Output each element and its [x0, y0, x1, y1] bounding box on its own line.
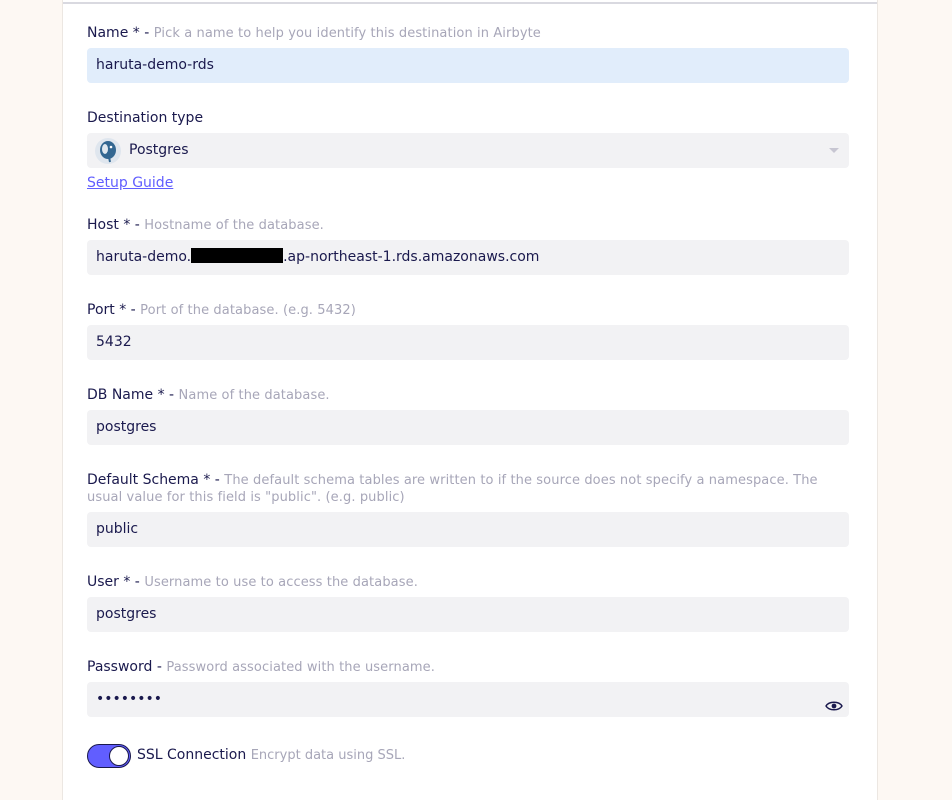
port-field: Port * - Port of the database. (e.g. 543…	[87, 302, 849, 360]
user-input[interactable]: postgres	[87, 597, 849, 632]
user-field: User * - Username to use to access the d…	[87, 574, 849, 632]
password-label: Password - Password associated with the …	[87, 659, 435, 675]
destination-form-card: Name * - Pick a name to help you identif…	[62, 0, 878, 800]
destination-type-value: Postgres	[129, 142, 189, 158]
host-input[interactable]: haruta-demo. .ap-northeast-1.rds.amazonaw…	[87, 240, 849, 275]
postgres-elephant-icon	[95, 138, 121, 164]
ssl-label: SSL Connection Encrypt data using SSL.	[137, 747, 406, 763]
db-name-field: DB Name * - Name of the database. postgr…	[87, 387, 849, 445]
default-schema-input[interactable]: public	[87, 512, 849, 547]
host-field: Host * - Hostname of the database. harut…	[87, 217, 849, 275]
user-label: User * - Username to use to access the d…	[87, 574, 418, 590]
password-field: Password - Password associated with the …	[87, 659, 849, 717]
divider	[63, 2, 877, 4]
setup-guide-link[interactable]: Setup Guide	[87, 175, 173, 191]
password-value: ••••••••	[96, 691, 163, 707]
default-schema-field: Default Schema * - The default schema ta…	[87, 472, 849, 547]
redacted-block	[191, 248, 284, 263]
chevron-down-icon	[829, 148, 839, 153]
eye-icon[interactable]	[825, 692, 843, 727]
name-label: Name * - Pick a name to help you identif…	[87, 25, 541, 41]
password-input[interactable]: ••••••••	[87, 682, 849, 717]
name-field: Name * - Pick a name to help you identif…	[87, 25, 849, 83]
db-name-label: DB Name * - Name of the database.	[87, 387, 330, 403]
port-input[interactable]: 5432	[87, 325, 849, 360]
destination-type-select[interactable]: Postgres	[87, 133, 849, 168]
toggle-knob	[109, 746, 129, 766]
destination-type-field: Destination type Postgres Setup Guide	[87, 110, 849, 191]
port-label: Port * - Port of the database. (e.g. 543…	[87, 302, 356, 318]
host-label: Host * - Hostname of the database.	[87, 217, 324, 233]
ssl-toggle[interactable]	[87, 744, 131, 768]
default-schema-label: Default Schema * - The default schema ta…	[87, 472, 818, 505]
destination-type-label: Destination type	[87, 110, 204, 126]
db-name-input[interactable]: postgres	[87, 410, 849, 445]
name-input[interactable]: haruta-demo-rds	[87, 48, 849, 83]
